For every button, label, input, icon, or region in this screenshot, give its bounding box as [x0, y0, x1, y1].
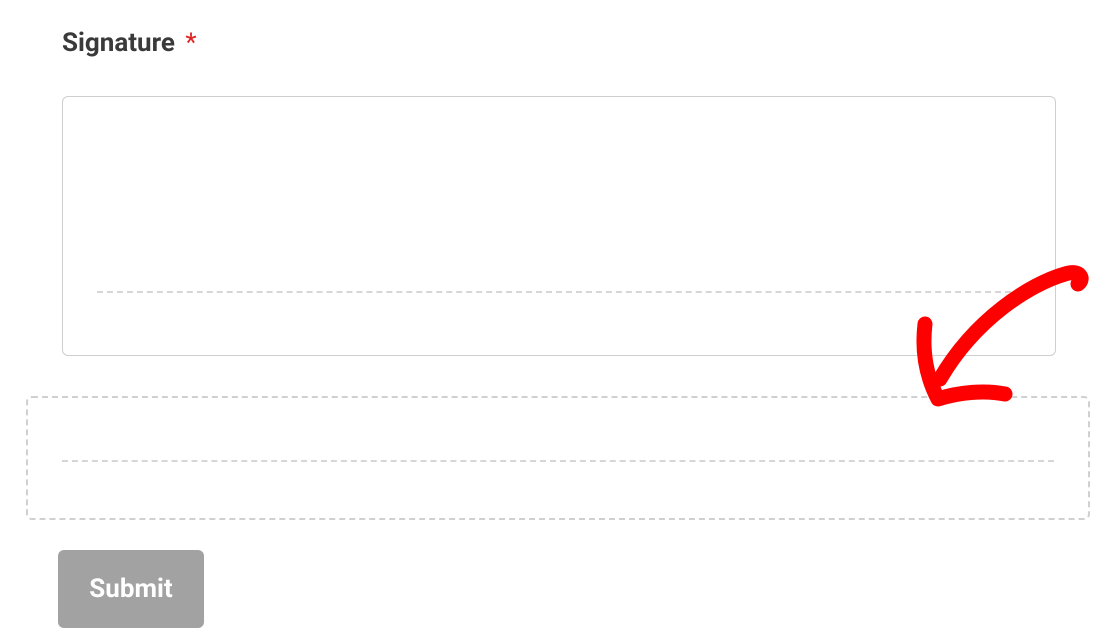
drop-placeholder-area[interactable] [26, 396, 1090, 520]
submit-button-label: Submit [89, 574, 172, 604]
signature-label-text: Signature [62, 28, 175, 58]
signature-label: Signature * [62, 28, 197, 58]
signature-baseline [97, 291, 1021, 293]
submit-button[interactable]: Submit [58, 550, 204, 628]
placeholder-divider [62, 460, 1054, 462]
required-asterisk: * [185, 28, 196, 58]
signature-pad[interactable] [62, 96, 1056, 356]
